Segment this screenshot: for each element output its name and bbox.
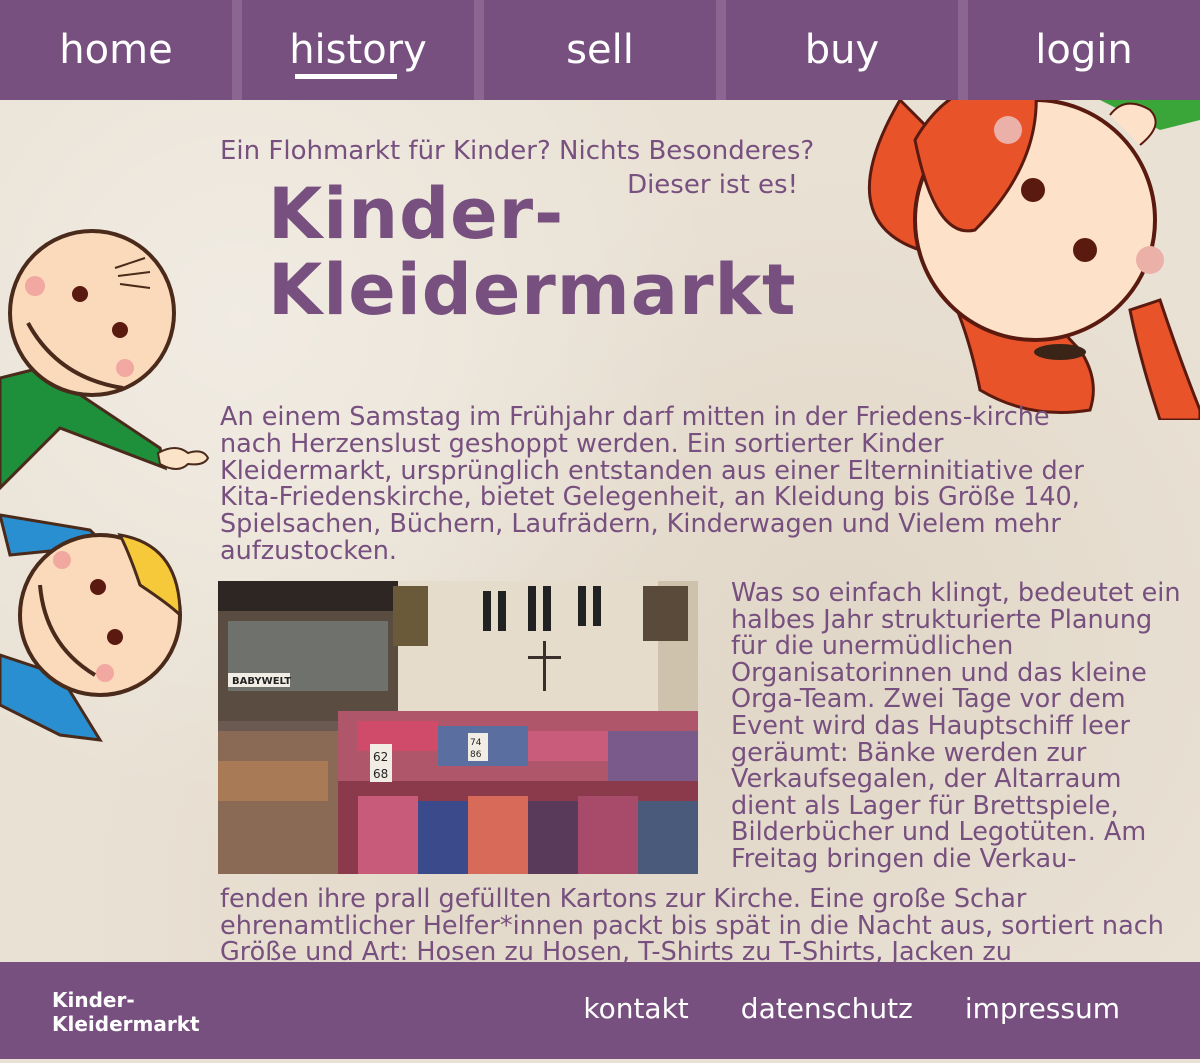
nav-buy-label: buy xyxy=(804,27,880,73)
footer-link-impressum[interactable]: impressum xyxy=(965,992,1120,1025)
intro-paragraph: An einem Samstag im Frühjahr darf mitten… xyxy=(220,402,1084,566)
logo-line-2: Kleidermarkt xyxy=(268,249,797,331)
girl-red-hair-illustration xyxy=(868,100,1200,420)
nav-login[interactable]: login xyxy=(968,0,1200,100)
footer-link-datenschutz[interactable]: datenschutz xyxy=(741,992,913,1025)
bottom-strip xyxy=(0,1059,1200,1063)
footer: Kinder- Kleidermarkt kontakt datenschutz… xyxy=(0,962,1200,1059)
planning-paragraph: Was so einfach klingt, bedeutet ein halb… xyxy=(731,578,1181,874)
photo-sign-62: 62 xyxy=(373,750,388,764)
nav-history-label: history xyxy=(289,27,427,79)
helpers-paragraph: fenden ihre prall gefüllten Kartons zur … xyxy=(220,884,1164,968)
nav-login-label: login xyxy=(1035,27,1133,73)
footer-logo-line-2: Kleidermarkt xyxy=(52,1012,200,1036)
photo-sign-68: 68 xyxy=(373,767,388,781)
top-navigation: home history sell buy login xyxy=(0,0,1200,100)
footer-logo-line-1: Kinder- xyxy=(52,988,135,1012)
logo-line-1: Kinder- xyxy=(268,173,565,255)
nav-history[interactable]: history xyxy=(242,0,474,100)
nav-home-label: home xyxy=(59,27,173,73)
nav-sell-label: sell xyxy=(566,27,634,73)
nav-home[interactable]: home xyxy=(0,0,232,100)
nav-sell[interactable]: sell xyxy=(484,0,716,100)
church-market-photo: BABYWELT 62 68 74 86 xyxy=(218,581,698,874)
footer-links: kontakt datenschutz impressum xyxy=(583,992,1120,1025)
boy-green-shirt-illustration xyxy=(0,229,210,491)
kinder-kleidermarkt-logo: Kinder- Kleidermarkt xyxy=(268,176,828,328)
photo-sign-babywelt: BABYWELT xyxy=(232,676,291,687)
boy-blue-shirt-illustration xyxy=(0,513,182,742)
nav-buy[interactable]: buy xyxy=(726,0,958,100)
photo-sign-86: 86 xyxy=(470,750,482,760)
tagline-line-1: Ein Flohmarkt für Kinder? Nichts Besonde… xyxy=(220,136,815,166)
footer-link-kontakt[interactable]: kontakt xyxy=(583,992,688,1025)
photo-sign-74: 74 xyxy=(470,738,482,748)
footer-logo[interactable]: Kinder- Kleidermarkt xyxy=(52,988,200,1036)
